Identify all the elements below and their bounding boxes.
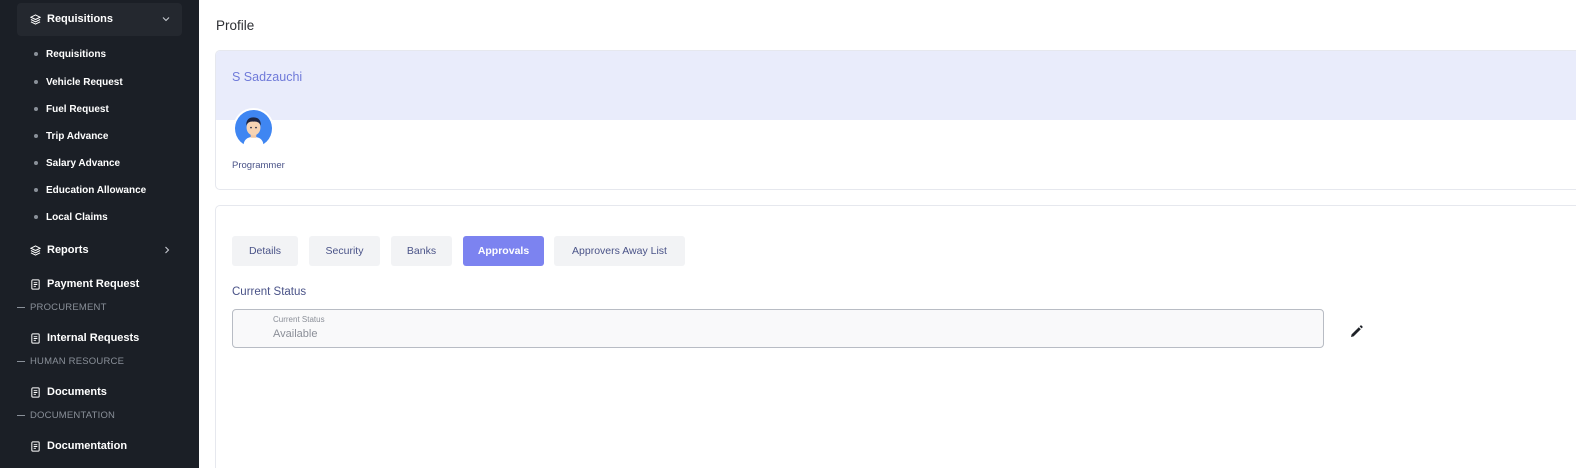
document-icon [31,332,40,344]
tab-banks[interactable]: Banks [391,236,452,266]
sidebar-item-documents[interactable]: Documents [30,383,107,401]
sidebar-item-label: Salary Advance [46,157,121,169]
sidebar-item-label: Documents [47,386,107,398]
document-icon [31,278,40,290]
sidebar-item-trip-advance[interactable]: Trip Advance [34,129,108,143]
sidebar-item-label: Documentation [47,440,128,452]
sidebar-item-requisitions-group[interactable]: Requisitions [30,10,113,28]
bullet-icon [34,188,38,192]
sidebar-item-label: Fuel Request [46,103,109,115]
sidebar-item-salary-advance[interactable]: Salary Advance [34,156,120,170]
avatar [233,108,274,149]
document-icon [31,440,40,452]
tab-security[interactable]: Security [309,236,380,266]
layers-icon [30,244,41,256]
sidebar-item-label: Vehicle Request [46,76,123,88]
sidebar-section-label: PROCUREMENT [30,301,107,313]
bullet-icon [34,134,38,138]
chevron-down-icon[interactable] [161,14,171,24]
tab-approvals[interactable]: Approvals [463,236,544,266]
sidebar-item-label: Requisitions [46,48,107,60]
tab-details[interactable]: Details [232,236,298,266]
document-icon [31,386,40,398]
current-status-heading: Current Status [232,286,307,298]
sidebar-item-label: Reports [47,244,89,256]
bullet-icon [34,107,38,111]
sidebar-item-education-allowance[interactable]: Education Allowance [34,183,146,197]
pencil-edit-icon[interactable] [1348,324,1364,340]
sidebar-section-label: DOCUMENTATION [30,409,116,421]
sidebar-item-label: Internal Requests [47,332,140,344]
sidebar-section-human-resource: HUMAN RESOURCE [17,355,124,367]
layers-icon [30,13,41,25]
page-title: Profile [216,18,255,33]
bullet-icon [34,80,38,84]
current-status-value: Available [273,328,318,340]
sidebar-item-reports[interactable]: Reports [30,241,89,259]
profile-name: S Sadzauchi [232,70,303,84]
bullet-icon [34,52,38,56]
bullet-icon [34,161,38,165]
tab-approvers-away-list[interactable]: Approvers Away List [554,236,685,266]
user-avatar-icon [235,110,272,147]
sidebar-section-procurement: PROCUREMENT [17,301,107,313]
sidebar-item-label: Education Allowance [46,184,147,196]
sidebar-item-label: Trip Advance [46,130,109,142]
sidebar-item-documentation[interactable]: Documentation [30,437,127,455]
profile-banner [216,51,1576,120]
sidebar-section-label: HUMAN RESOURCE [30,355,125,367]
profile-tabs-card: Details Security Banks Approvals Approve… [215,205,1576,468]
sidebar-item-internal-requests[interactable]: Internal Requests [30,329,139,347]
sidebar-item-fuel-request[interactable]: Fuel Request [34,102,109,116]
sidebar-item-vehicle-request[interactable]: Vehicle Request [34,75,123,89]
sidebar-item-local-claims[interactable]: Local Claims [34,210,108,224]
sidebar: Requisitions Requisitions Vehicle Reques… [0,0,199,468]
sidebar-group-label: Requisitions [47,13,114,25]
sidebar-item-label: Local Claims [46,211,108,223]
current-status-field[interactable]: Current Status Available [232,309,1324,348]
chevron-right-icon[interactable] [162,245,172,255]
current-status-field-label: Current Status [273,315,325,324]
sidebar-item-payment-request[interactable]: Payment Request [30,275,139,293]
bullet-icon [34,215,38,219]
sidebar-item-label: Payment Request [47,278,140,290]
sidebar-section-documentation: DOCUMENTATION [17,409,115,421]
profile-role: Programmer [232,160,285,171]
sidebar-item-requisitions[interactable]: Requisitions [34,47,106,61]
profile-card: S Sadzauchi Programmer [215,50,1576,190]
